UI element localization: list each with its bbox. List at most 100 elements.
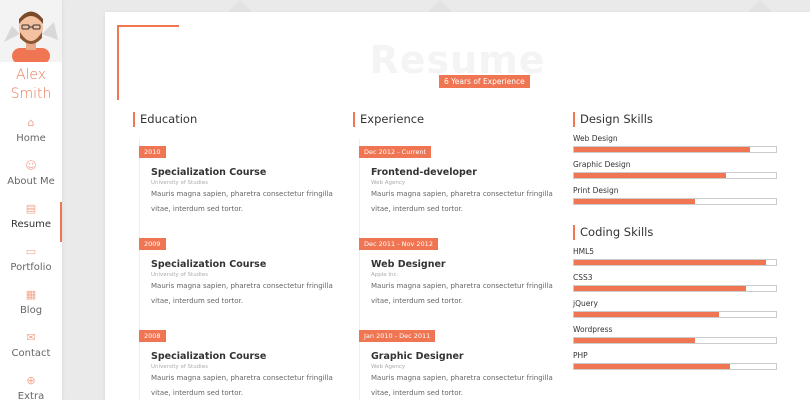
skill-item: jQuery bbox=[573, 299, 785, 318]
entry-desc-line: vitae, interdum sed tortor. bbox=[371, 205, 464, 213]
skill-item: CSS3 bbox=[573, 273, 785, 292]
date-badge: Jan 2010 - Dec 2011 bbox=[359, 330, 436, 342]
nav-label-contact: Contact bbox=[11, 348, 51, 359]
skill-name: Web Design bbox=[573, 134, 618, 143]
portfolio-icon: ▭ bbox=[25, 245, 37, 258]
nav-item-portfolio[interactable]: ▭ Portfolio bbox=[0, 245, 62, 285]
skill-bar-fill bbox=[574, 286, 746, 291]
skill-bar bbox=[573, 363, 777, 370]
entry-title: Specialization Course bbox=[151, 351, 267, 362]
entry-org: University of Studies bbox=[151, 364, 208, 370]
entry-description: Mauris magna sapien, pharetra consectetu… bbox=[151, 279, 343, 309]
timeline-entry: 2010 Specialization Course University of… bbox=[133, 139, 343, 231]
skills-section: Design Skills Web Design Graphic Design … bbox=[573, 112, 785, 370]
entry-desc-line: vitae, interdum sed tortor. bbox=[151, 205, 244, 213]
experience-badge: 6 Years of Experience bbox=[439, 75, 530, 88]
nav-item-contact[interactable]: ✉ Contact bbox=[0, 331, 62, 371]
skill-name: Print Design bbox=[573, 186, 619, 195]
entry-title: Web Designer bbox=[371, 259, 446, 270]
nav-label-home: Home bbox=[16, 133, 46, 144]
envelope-icon: ✉ bbox=[26, 331, 36, 344]
design-skills-list: Web Design Graphic Design Print Design bbox=[573, 134, 785, 205]
skill-name: HML5 bbox=[573, 247, 595, 256]
avatar-illustration bbox=[4, 11, 58, 62]
nav-item-extra[interactable]: ⊕ Extra bbox=[0, 374, 62, 400]
skill-bar bbox=[573, 198, 777, 205]
blog-icon: ▦ bbox=[25, 288, 37, 301]
entry-desc-line: Mauris magna sapien, pharetra consectetu… bbox=[151, 282, 333, 290]
skill-bar bbox=[573, 285, 777, 292]
avatar[interactable] bbox=[0, 0, 62, 62]
entry-org: University of Studies bbox=[151, 180, 208, 186]
education-timeline: 2010 Specialization Course University of… bbox=[133, 139, 343, 400]
nav-item-home[interactable]: ⌂ Home bbox=[0, 116, 62, 156]
skill-name: Wordpress bbox=[573, 325, 613, 334]
timeline-entry: Dec 2012 - Current Frontend-developer We… bbox=[353, 139, 561, 231]
design-skills-heading: Design Skills bbox=[573, 112, 785, 127]
entry-org: University of Studies bbox=[151, 272, 208, 278]
coding-skills-list: HML5 CSS3 jQuery Wordpress PHP bbox=[573, 247, 785, 370]
nav-label-about-me: About Me bbox=[7, 176, 55, 187]
entry-title: Specialization Course bbox=[151, 167, 267, 178]
entry-desc-line: vitae, interdum sed tortor. bbox=[371, 389, 464, 397]
nav-label-resume: Resume bbox=[10, 219, 52, 230]
entry-title: Graphic Designer bbox=[371, 351, 464, 362]
skill-bar bbox=[573, 311, 777, 318]
date-badge: 2010 bbox=[139, 146, 166, 158]
skill-name: jQuery bbox=[573, 299, 598, 308]
skill-name: PHP bbox=[573, 351, 588, 360]
date-badge: Dec 2012 - Current bbox=[359, 146, 432, 158]
home-icon: ⌂ bbox=[27, 116, 35, 129]
entry-org: Web Agency bbox=[371, 364, 406, 370]
entry-desc-line: Mauris magna sapien, pharetra consectetu… bbox=[151, 190, 333, 198]
skill-bar bbox=[573, 259, 777, 266]
experience-section: Experience Dec 2012 - Current Frontend-d… bbox=[353, 112, 561, 400]
skill-bar-fill bbox=[574, 312, 720, 317]
last-name: Smith bbox=[10, 86, 52, 102]
entry-description: Mauris magna sapien, pharetra consectetu… bbox=[371, 279, 561, 309]
main-nav: ⌂ Home ☺ About Me ▤ Resume ▭ Portfolio ▦… bbox=[0, 116, 62, 400]
skill-item: HML5 bbox=[573, 247, 785, 266]
date-badge: Dec 2011 - Nov 2012 bbox=[359, 238, 438, 250]
entry-desc-line: Mauris magna sapien, pharetra consectetu… bbox=[371, 190, 553, 198]
skill-bar-fill bbox=[574, 338, 696, 343]
skill-bar-fill bbox=[574, 147, 750, 152]
entry-org: Web Agency bbox=[371, 180, 406, 186]
skill-item: Print Design bbox=[573, 186, 785, 205]
skill-bar bbox=[573, 172, 777, 179]
entry-desc-line: Mauris magna sapien, pharetra consectetu… bbox=[151, 374, 333, 382]
timeline-entry: 2008 Specialization Course University of… bbox=[133, 323, 343, 400]
skill-bar-fill bbox=[574, 173, 726, 178]
skill-bar-fill bbox=[574, 260, 766, 265]
entry-title: Specialization Course bbox=[151, 259, 267, 270]
first-name: Alex bbox=[15, 67, 47, 83]
coding-skills-heading: Coding Skills bbox=[573, 225, 785, 240]
skill-bar-fill bbox=[574, 364, 730, 369]
entry-org: Apple Inc. bbox=[371, 272, 399, 278]
skill-item: Web Design bbox=[573, 134, 785, 153]
skill-item: Graphic Design bbox=[573, 160, 785, 179]
timeline-entry: 2009 Specialization Course University of… bbox=[133, 231, 343, 323]
entry-description: Mauris magna sapien, pharetra consectetu… bbox=[151, 371, 343, 400]
entry-title: Frontend-developer bbox=[371, 167, 477, 178]
corner-decoration bbox=[117, 25, 179, 27]
entry-description: Mauris magna sapien, pharetra consectetu… bbox=[371, 187, 561, 217]
profile-name: Alex Smith bbox=[0, 66, 62, 104]
user-icon: ☺ bbox=[25, 159, 37, 172]
date-badge: 2008 bbox=[139, 330, 166, 342]
skill-bar bbox=[573, 146, 777, 153]
skill-bar bbox=[573, 337, 777, 344]
nav-item-resume[interactable]: ▤ Resume bbox=[0, 202, 62, 242]
sidebar: Alex Smith ⌂ Home ☺ About Me ▤ Resume ▭ … bbox=[0, 0, 62, 400]
nav-item-blog[interactable]: ▦ Blog bbox=[0, 288, 62, 328]
nav-label-extra: Extra bbox=[17, 391, 45, 400]
skill-name: CSS3 bbox=[573, 273, 593, 282]
entry-desc-line: Mauris magna sapien, pharetra consectetu… bbox=[371, 374, 553, 382]
timeline-entry: Jan 2010 - Dec 2011 Graphic Designer Web… bbox=[353, 323, 561, 400]
education-section: Education 2010 Specialization Course Uni… bbox=[133, 112, 343, 400]
experience-timeline: Dec 2012 - Current Frontend-developer We… bbox=[353, 139, 561, 400]
nav-item-about-me[interactable]: ☺ About Me bbox=[0, 159, 62, 199]
nav-label-blog: Blog bbox=[19, 305, 43, 316]
entry-description: Mauris magna sapien, pharetra consectetu… bbox=[371, 371, 561, 400]
plus-circle-icon: ⊕ bbox=[26, 374, 36, 387]
